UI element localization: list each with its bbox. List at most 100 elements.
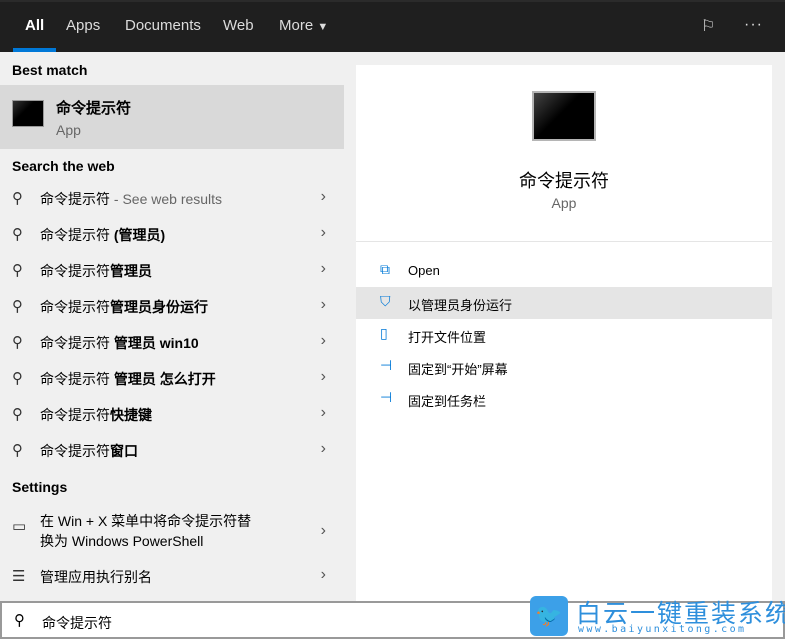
web-result-text: 命令提示符窗口 bbox=[40, 441, 138, 461]
best-match-subtitle: App bbox=[56, 122, 81, 138]
watermark: 🐦 白云一键重装系统 www.baiyunxitong.com bbox=[530, 594, 785, 639]
line2: 换为 Windows PowerShell bbox=[40, 533, 204, 549]
command-prompt-icon bbox=[12, 100, 44, 127]
action-label: 以管理员身份运行 bbox=[408, 298, 513, 313]
settings-item-text: 管理应用执行别名 bbox=[40, 569, 152, 585]
query: 命令提示符 bbox=[40, 263, 110, 279]
chevron-down-icon: ▼ bbox=[317, 21, 329, 33]
search-icon: ⚲ bbox=[12, 406, 23, 423]
suggestion: 窗口 bbox=[110, 443, 138, 459]
chevron-right-icon: › bbox=[320, 296, 326, 313]
suggestion: 快捷键 bbox=[110, 407, 152, 423]
query: 命令提示符 bbox=[40, 227, 114, 243]
action-pin-start[interactable]: ⊣ 固定到“开始”屏幕 bbox=[356, 351, 772, 383]
chevron-right-icon: › bbox=[320, 566, 326, 583]
web-result-item[interactable]: ⚲ 命令提示符管理员身份运行 › bbox=[0, 288, 344, 324]
action-label: 打开文件位置 bbox=[408, 330, 487, 345]
action-open-file-location[interactable]: ▯ 打开文件位置 bbox=[356, 319, 772, 351]
laptop-icon: ▭ bbox=[12, 518, 27, 535]
tab-documents[interactable]: Documents bbox=[125, 2, 201, 52]
folder-icon: ▯ bbox=[380, 325, 388, 341]
preview-panel: 命令提示符 App ⧉ Open ⛉ 以管理员身份运行 ▯ 打开文件位置 ⊣ 固定到“开… bbox=[356, 65, 772, 601]
query: 命令提示符 bbox=[40, 191, 110, 207]
query: 命令提示符 bbox=[40, 407, 110, 423]
suggestion: 管理员身份运行 bbox=[110, 299, 208, 315]
web-result-text: 命令提示符 - See web results bbox=[40, 189, 222, 209]
pin-icon: ⊣ bbox=[380, 389, 393, 405]
settings-item-powershell[interactable]: ▭ 在 Win + X 菜单中将命令提示符替 换为 Windows PowerSh… bbox=[0, 507, 344, 557]
query: 命令提示符 bbox=[40, 371, 114, 387]
settings-item-aliases[interactable]: ☰ 管理应用执行别名 › bbox=[0, 558, 344, 594]
best-match-item[interactable]: 命令提示符 App bbox=[0, 85, 344, 149]
preview-title: 命令提示符 bbox=[519, 171, 609, 191]
suggestion: (管理员) bbox=[113, 227, 166, 243]
query: 命令提示符 bbox=[40, 299, 110, 315]
settings-item-text: 在 Win + X 菜单中将命令提示符替 换为 Windows PowerShel… bbox=[40, 511, 251, 551]
suffix: - See web results bbox=[110, 191, 223, 207]
top-bar: All Apps Documents Web More ▼ ⚐ ··· bbox=[0, 0, 785, 52]
search-icon: ⚲ bbox=[12, 298, 23, 315]
pin-icon: ⊣ bbox=[380, 357, 393, 373]
search-input[interactable]: 命令提示符 bbox=[42, 613, 112, 633]
results-panel: Best match 命令提示符 App Search the web ⚲ 命令提… bbox=[0, 52, 344, 601]
web-result-item[interactable]: ⚲ 命令提示符 - See web results › bbox=[0, 180, 344, 216]
web-result-item[interactable]: ⚲ 命令提示符 (管理员) › bbox=[0, 216, 344, 252]
web-result-text: 命令提示符快捷键 bbox=[40, 405, 152, 425]
search-icon: ⚲ bbox=[12, 370, 23, 387]
action-label: Open bbox=[408, 263, 440, 278]
chevron-right-icon: › bbox=[320, 260, 326, 277]
search-icon: ⚲ bbox=[14, 612, 25, 629]
list-icon: ☰ bbox=[12, 568, 26, 585]
command-prompt-icon bbox=[532, 91, 596, 141]
action-pin-taskbar[interactable]: ⊣ 固定到任务栏 bbox=[356, 383, 772, 415]
action-label: 固定到任务栏 bbox=[408, 394, 487, 409]
web-result-text: 命令提示符管理员身份运行 bbox=[40, 297, 208, 317]
web-result-item[interactable]: ⚲ 命令提示符窗口 › bbox=[0, 432, 344, 468]
best-match-title: 命令提示符 bbox=[56, 100, 132, 117]
query: 命令提示符 bbox=[40, 335, 114, 351]
web-result-item[interactable]: ⚲ 命令提示符 管理员 win10 › bbox=[0, 324, 344, 360]
search-icon: ⚲ bbox=[12, 334, 23, 351]
search-icon: ⚲ bbox=[12, 190, 23, 207]
web-result-item[interactable]: ⚲ 命令提示符管理员 › bbox=[0, 252, 344, 288]
shield-icon: ⛉ bbox=[380, 293, 391, 309]
suggestion: 管理员 bbox=[110, 263, 152, 279]
open-icon: ⧉ bbox=[380, 261, 390, 277]
best-match-heading: Best match bbox=[12, 62, 88, 78]
web-result-item[interactable]: ⚲ 命令提示符快捷键 › bbox=[0, 396, 344, 432]
tab-more[interactable]: More ▼ bbox=[279, 2, 328, 52]
tab-web[interactable]: Web bbox=[223, 2, 254, 52]
chevron-right-icon: › bbox=[320, 188, 326, 205]
tab-apps[interactable]: Apps bbox=[66, 2, 100, 52]
web-result-text: 命令提示符 (管理员) bbox=[40, 225, 165, 245]
tab-all[interactable]: All bbox=[12, 2, 57, 52]
suggestion: 管理员 win10 bbox=[113, 335, 199, 351]
settings-heading: Settings bbox=[12, 479, 68, 495]
bird-logo-icon: 🐦 bbox=[530, 596, 568, 636]
chevron-right-icon: › bbox=[320, 404, 326, 421]
action-label: 固定到“开始”屏幕 bbox=[408, 362, 508, 377]
tab-more-label: More bbox=[279, 17, 314, 34]
line1: 在 Win + X 菜单中将命令提示符替 bbox=[40, 513, 252, 529]
action-run-as-admin[interactable]: ⛉ 以管理员身份运行 bbox=[356, 287, 772, 319]
chevron-right-icon: › bbox=[320, 332, 326, 349]
chevron-right-icon: › bbox=[320, 522, 326, 539]
search-icon: ⚲ bbox=[12, 262, 23, 279]
web-result-text: 命令提示符管理员 bbox=[40, 261, 152, 281]
chevron-right-icon: › bbox=[320, 224, 326, 241]
chevron-right-icon: › bbox=[320, 368, 326, 385]
action-open[interactable]: ⧉ Open bbox=[356, 255, 772, 287]
query: 命令提示符 bbox=[40, 443, 110, 459]
search-icon: ⚲ bbox=[12, 226, 23, 243]
web-result-text: 命令提示符 管理员 win10 bbox=[40, 333, 199, 353]
web-result-text: 命令提示符 管理员 怎么打开 bbox=[40, 369, 216, 389]
suggestion: 管理员 怎么打开 bbox=[113, 371, 216, 387]
feedback-icon[interactable]: ⚐ bbox=[701, 16, 715, 36]
web-result-item[interactable]: ⚲ 命令提示符 管理员 怎么打开 › bbox=[0, 360, 344, 396]
divider bbox=[356, 241, 772, 242]
preview-subtitle: App bbox=[551, 195, 577, 211]
more-icon[interactable]: ··· bbox=[744, 16, 763, 34]
watermark-url: www.baiyunxitong.com bbox=[578, 624, 747, 635]
search-icon: ⚲ bbox=[12, 442, 23, 459]
chevron-right-icon: › bbox=[320, 440, 326, 457]
